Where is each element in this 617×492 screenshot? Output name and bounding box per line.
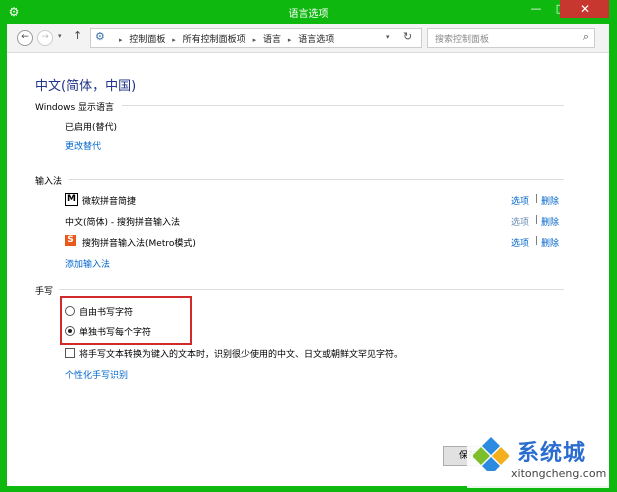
ime-name: 微软拼音简捷 xyxy=(82,197,137,207)
section-divider xyxy=(122,105,564,106)
minimize-button[interactable]: — xyxy=(524,0,548,18)
microsoft-pinyin-icon: M xyxy=(65,193,78,206)
rare-characters-label[interactable]: 将手写文本转换为键入的文本时，识别很少使用的中文、日文或朝鲜文罕见字符。 xyxy=(79,347,403,360)
breadcrumb-separator-icon[interactable]: ▸ xyxy=(288,36,292,44)
display-language-status: 已启用(替代) xyxy=(65,123,118,133)
freeform-radio[interactable] xyxy=(65,306,75,316)
address-bar[interactable]: ⚙ ▸ 控制面板 ▸ 所有控制面板项 ▸ 语言 ▸ 语言选项 ▾ ↻ xyxy=(90,28,422,48)
ime-delete-link[interactable]: 删除 xyxy=(541,215,559,228)
title-bar: ⚙ 语言选项 — □ ✕ xyxy=(0,0,617,24)
breadcrumb-separator-icon[interactable]: ▸ xyxy=(253,36,257,44)
ime-delete-link[interactable]: 删除 xyxy=(541,194,559,207)
window-frame-right xyxy=(609,0,617,492)
rare-characters-checkbox[interactable] xyxy=(65,348,75,358)
section-header-display-language: Windows 显示语言 xyxy=(35,103,115,113)
ime-delete-link[interactable]: 删除 xyxy=(541,236,559,249)
single-character-radio[interactable] xyxy=(65,326,75,336)
link-separator: | xyxy=(535,236,539,246)
breadcrumb-separator-icon[interactable]: ▸ xyxy=(172,36,176,44)
breadcrumb-language-options[interactable]: 语言选项 xyxy=(298,35,334,45)
breadcrumb: ▸ 控制面板 ▸ 所有控制面板项 ▸ 语言 ▸ 语言选项 xyxy=(115,32,334,45)
section-header-handwriting: 手写 xyxy=(35,287,54,297)
link-separator: | xyxy=(535,215,539,225)
section-header-input-methods: 输入法 xyxy=(35,177,63,187)
watermark: 系统城 xitongcheng.com xyxy=(467,433,609,488)
single-character-radio-label[interactable]: 单独书写每个字符 xyxy=(79,325,151,338)
watermark-logo-icon xyxy=(473,437,509,471)
search-input[interactable]: 搜索控制面板 xyxy=(435,32,489,45)
up-button[interactable]: ↑ xyxy=(73,29,82,42)
watermark-url: xitongcheng.com xyxy=(511,467,607,480)
section-divider xyxy=(69,179,564,180)
close-button[interactable]: ✕ xyxy=(560,0,610,18)
ime-options-link[interactable]: 选项 xyxy=(511,236,529,249)
address-dropdown-icon[interactable]: ▾ xyxy=(386,33,390,41)
back-button[interactable]: ← xyxy=(17,30,33,46)
navigation-bar: ← → ▾ ↑ ⚙ ▸ 控制面板 ▸ 所有控制面板项 ▸ 语言 ▸ 语言选项 ▾… xyxy=(7,24,609,53)
ime-options-link[interactable]: 选项 xyxy=(511,215,529,228)
refresh-icon[interactable]: ↻ xyxy=(403,30,412,43)
forward-button[interactable]: → xyxy=(37,30,53,46)
change-override-link[interactable]: 更改替代 xyxy=(65,139,101,152)
add-input-method-link[interactable]: 添加输入法 xyxy=(65,257,110,270)
ime-options-link[interactable]: 选项 xyxy=(511,194,529,207)
watermark-brand: 系统城 xyxy=(517,441,587,466)
page-title: 中文(简体，中国) xyxy=(35,79,137,94)
window-frame-left xyxy=(0,0,7,492)
main-content: 中文(简体，中国) Windows 显示语言 已启用(替代) 更改替代 输入法 … xyxy=(7,53,609,486)
ime-name: 中文(简体) - 搜狗拼音输入法 xyxy=(65,218,180,228)
ime-name: 搜狗拼音输入法(Metro模式) xyxy=(82,239,196,249)
personalize-handwriting-link[interactable]: 个性化手写识别 xyxy=(65,368,128,381)
section-divider xyxy=(59,289,564,290)
language-options-window: ⚙ 语言选项 — □ ✕ ← → ▾ ↑ ⚙ ▸ 控制面板 ▸ 所有控制面板项 … xyxy=(0,0,617,492)
control-panel-location-icon: ⚙ xyxy=(95,30,105,43)
breadcrumb-control-panel[interactable]: 控制面板 xyxy=(129,35,165,45)
breadcrumb-all-items[interactable]: 所有控制面板项 xyxy=(183,35,246,45)
sogou-pinyin-icon: S xyxy=(65,235,76,246)
breadcrumb-language[interactable]: 语言 xyxy=(263,35,281,45)
freeform-radio-label[interactable]: 自由书写字符 xyxy=(79,305,133,318)
breadcrumb-separator-icon[interactable]: ▸ xyxy=(119,36,123,44)
search-icon[interactable]: ⌕ xyxy=(583,30,589,44)
recent-locations-dropdown-icon[interactable]: ▾ xyxy=(58,32,62,40)
search-box[interactable]: 搜索控制面板 ⌕ xyxy=(427,28,595,48)
link-separator: | xyxy=(535,194,539,204)
